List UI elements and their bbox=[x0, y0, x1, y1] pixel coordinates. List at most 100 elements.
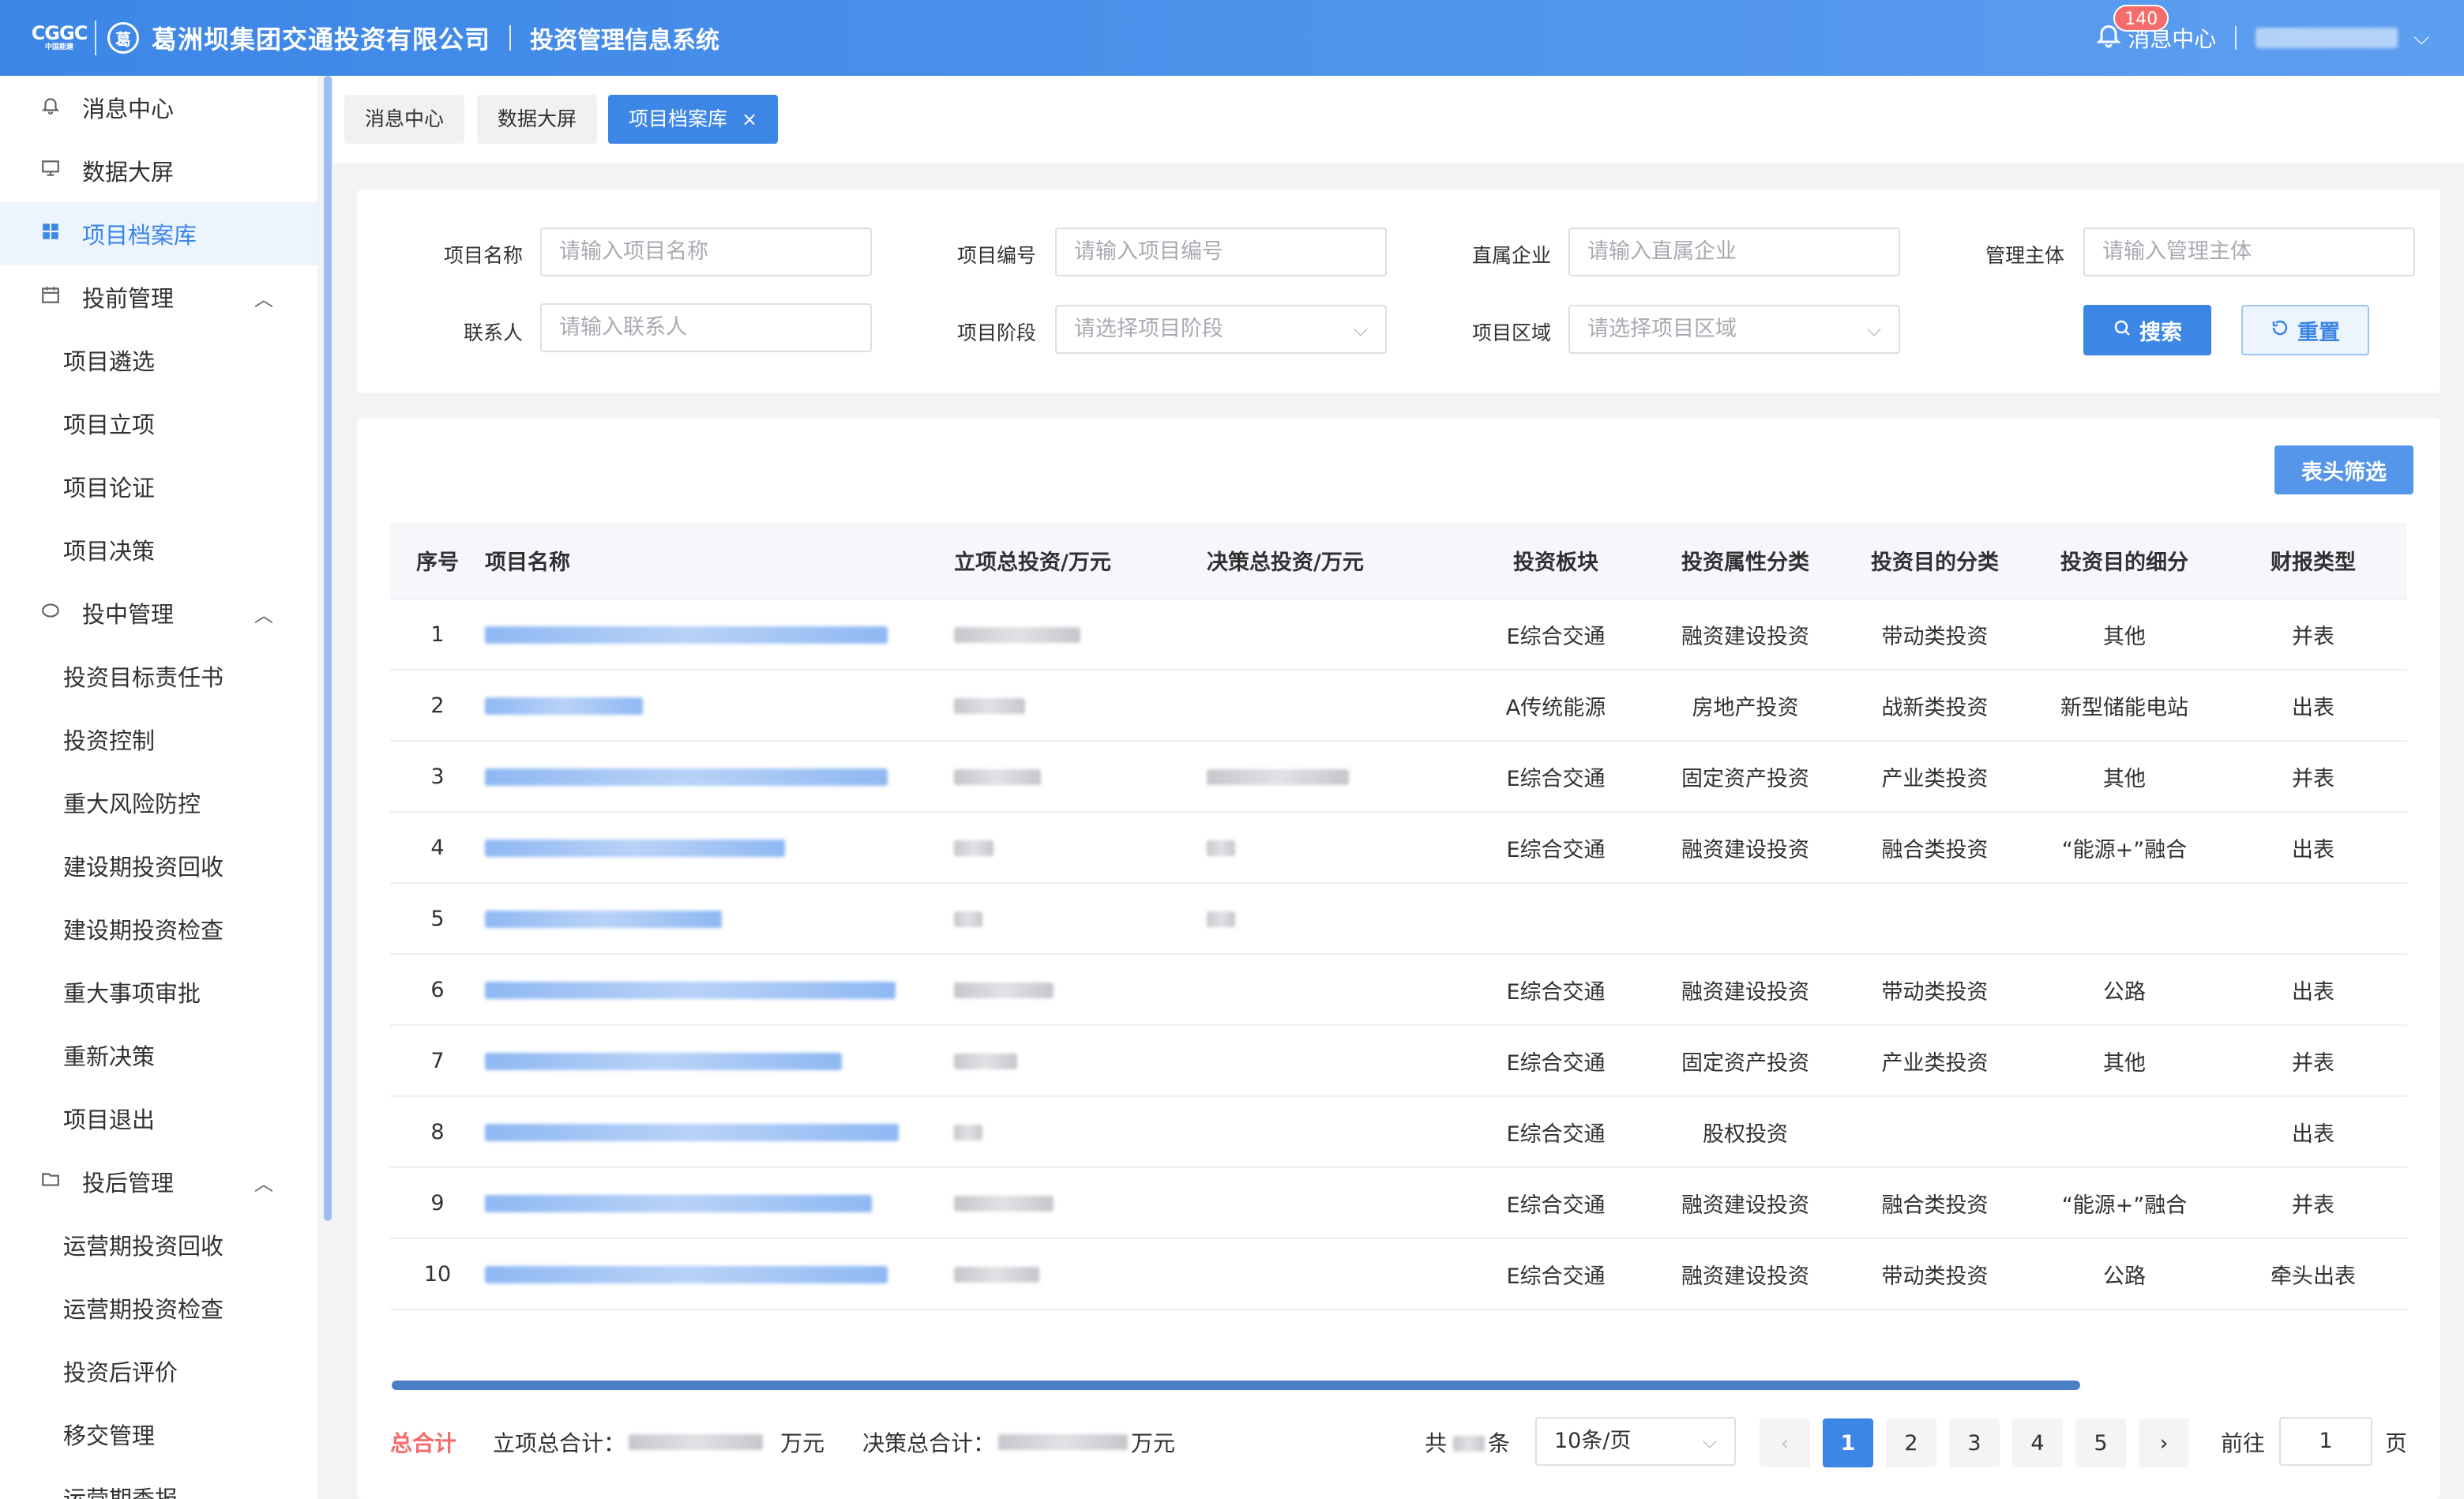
sidebar-item-quarterly-report[interactable]: 运营期季报 bbox=[0, 1466, 317, 1499]
sidebar-item-investment-control[interactable]: 投资控制 bbox=[0, 708, 317, 771]
sidebar-item-major-approval[interactable]: 重大事项审批 bbox=[0, 960, 317, 1024]
sidebar-scrollbar[interactable] bbox=[324, 76, 332, 1221]
sidebar-item-project-demonstration[interactable]: 项目论证 bbox=[0, 455, 317, 518]
sidebar-item-operation-inspection[interactable]: 运营期投资检查 bbox=[0, 1276, 317, 1339]
direct-enterprise-label: 直属企业 bbox=[1471, 244, 1551, 267]
decision-amount-blurred bbox=[1207, 911, 1235, 927]
approval-amount-blurred bbox=[954, 982, 1054, 998]
page-1-button[interactable]: 1 bbox=[1823, 1418, 1873, 1467]
approval-amount-blurred bbox=[954, 698, 1025, 714]
project-stage-select[interactable]: 请选择项目阶段 ⌵ bbox=[1055, 305, 1387, 354]
page-5-button[interactable]: 5 bbox=[2075, 1418, 2126, 1467]
project-region-select[interactable]: 请选择项目区域 ⌵ bbox=[1568, 305, 1900, 354]
calendar-icon bbox=[38, 284, 63, 310]
sidebar-group-mid-investment[interactable]: 投中管理 ︿ bbox=[0, 581, 317, 644]
management-entity-input[interactable]: 请输入管理主体 bbox=[2083, 227, 2415, 276]
close-icon[interactable]: × bbox=[742, 108, 757, 130]
direct-enterprise-input[interactable]: 请输入直属企业 bbox=[1568, 227, 1900, 276]
project-name-blurred[interactable] bbox=[485, 697, 643, 715]
col-header-sector: 投资板块 bbox=[1461, 523, 1651, 599]
col-header-no: 序号 bbox=[390, 523, 485, 599]
header-filter-button[interactable]: 表头筛选 bbox=[2274, 445, 2413, 494]
sidebar-item-project-selection[interactable]: 项目遴选 bbox=[0, 329, 317, 392]
tab-data-screen[interactable]: 数据大屏 bbox=[477, 95, 598, 144]
tab-project-archive[interactable]: 项目档案库 × bbox=[608, 95, 779, 144]
col-header-project-name: 项目名称 bbox=[485, 523, 954, 599]
col-header-purpose: 投资目的分类 bbox=[1840, 523, 2030, 599]
col-header-decision-investment: 决策总投资/万元 bbox=[1207, 523, 1461, 599]
project-name-blurred[interactable] bbox=[485, 768, 888, 786]
table-row[interactable]: 10 E综合交通 融资建设投资 带动类投资 公路 牵头出表 bbox=[390, 1238, 2407, 1310]
table-row[interactable]: 9 E综合交通 融资建设投资 融合类投资 “能源+”融合 并表 bbox=[390, 1167, 2407, 1239]
sidebar-item-project-exit[interactable]: 项目退出 bbox=[0, 1087, 317, 1150]
table-row[interactable]: 6 E综合交通 融资建设投资 带动类投资 公路 出表 bbox=[390, 954, 2407, 1026]
project-name-blurred[interactable] bbox=[485, 1124, 899, 1141]
sidebar-item-message-center[interactable]: 消息中心 bbox=[0, 76, 317, 139]
notification-badge: 140 bbox=[2113, 4, 2169, 32]
page-size-select[interactable]: 10条/页 ⌵ bbox=[1535, 1417, 1736, 1466]
top-header: CGGC 中国能建 葛 葛洲坝集团交通投资有限公司 投资管理信息系统 140 消… bbox=[0, 0, 2464, 76]
company-name: 葛洲坝集团交通投资有限公司 bbox=[152, 24, 491, 54]
page-2-button[interactable]: 2 bbox=[1886, 1418, 1936, 1467]
search-button[interactable]: 搜索 bbox=[2083, 305, 2211, 355]
table-row[interactable]: 7 E综合交通 固定资产投资 产业类投资 其他 并表 bbox=[390, 1025, 2407, 1097]
sidebar-item-project-approval[interactable]: 项目立项 bbox=[0, 392, 317, 455]
sidebar-item-re-decision[interactable]: 重新决策 bbox=[0, 1024, 317, 1087]
table-row[interactable]: 5 bbox=[390, 883, 2407, 955]
project-name-blurred[interactable] bbox=[485, 840, 785, 857]
table-row[interactable]: 4 E综合交通 融资建设投资 融合类投资 “能源+”融合 出表 bbox=[390, 812, 2407, 884]
sidebar-item-construction-recovery[interactable]: 建设期投资回收 bbox=[0, 834, 317, 897]
project-name-input[interactable]: 请输入项目名称 bbox=[540, 227, 872, 276]
project-no-input[interactable]: 请输入项目编号 bbox=[1055, 227, 1387, 276]
sidebar-item-project-decision[interactable]: 项目决策 bbox=[0, 518, 317, 581]
message-center-link[interactable]: 140 消息中心 bbox=[2094, 4, 2216, 56]
sidebar-item-post-evaluation[interactable]: 投资后评价 bbox=[0, 1339, 317, 1403]
user-name-blurred[interactable] bbox=[2256, 28, 2398, 48]
contact-input[interactable]: 请输入联系人 bbox=[540, 303, 872, 352]
page-3-button[interactable]: 3 bbox=[1949, 1418, 2000, 1467]
project-name-blurred[interactable] bbox=[485, 1195, 872, 1212]
project-name-blurred[interactable] bbox=[485, 1266, 888, 1283]
project-name-blurred[interactable] bbox=[485, 911, 722, 928]
table-row[interactable]: 8 E综合交通 股权投资 出表 bbox=[390, 1096, 2407, 1168]
approval-amount-blurred bbox=[954, 1267, 1039, 1283]
sidebar-item-handover[interactable]: 移交管理 bbox=[0, 1403, 317, 1466]
total-label: 总合计 bbox=[390, 1430, 457, 1456]
sidebar-item-construction-inspection[interactable]: 建设期投资检查 bbox=[0, 897, 317, 960]
approval-amount-blurred bbox=[954, 1125, 982, 1140]
col-header-approval-investment: 立项总投资/万元 bbox=[954, 523, 1207, 599]
sidebar-item-operation-recovery[interactable]: 运营期投资回收 bbox=[0, 1213, 317, 1276]
project-name-blurred[interactable] bbox=[485, 1053, 842, 1070]
table-row[interactable]: 1 E综合交通 融资建设投资 带动类投资 其他 并表 bbox=[390, 599, 2407, 671]
presentation-icon bbox=[38, 158, 63, 184]
goto-page-input[interactable]: 1 bbox=[2279, 1417, 2372, 1466]
reset-button[interactable]: 重置 bbox=[2241, 305, 2369, 355]
sidebar-item-target-responsibility[interactable]: 投资目标责任书 bbox=[0, 644, 317, 708]
project-name-label: 项目名称 bbox=[443, 244, 523, 267]
approval-total-label: 立项总合计： bbox=[493, 1430, 626, 1456]
goto-label: 前往 bbox=[2221, 1430, 2266, 1456]
chevron-down-icon: ⌵ bbox=[1353, 318, 1368, 340]
sidebar-item-risk-control[interactable]: 重大风险防控 bbox=[0, 771, 317, 834]
table-row[interactable]: 2 A传统能源 房地产投资 战新类投资 新型储能电站 出表 bbox=[390, 670, 2407, 742]
sidebar-group-pre-investment[interactable]: 投前管理 ︿ bbox=[0, 265, 317, 329]
chevron-down-icon[interactable]: ⌵ bbox=[2413, 26, 2429, 51]
chevron-up-icon: ︿ bbox=[254, 287, 273, 310]
sidebar-item-data-screen[interactable]: 数据大屏 bbox=[0, 139, 317, 202]
tab-message-center[interactable]: 消息中心 bbox=[344, 95, 465, 144]
tabs-bar: 消息中心 数据大屏 项目档案库 × bbox=[333, 76, 2464, 163]
horizontal-scrollbar-thumb[interactable] bbox=[392, 1381, 2080, 1390]
approval-total-unit: 万元 bbox=[780, 1430, 825, 1456]
page-4-button[interactable]: 4 bbox=[2012, 1418, 2063, 1467]
table-row[interactable]: 3 E综合交通 固定资产投资 产业类投资 其他 并表 bbox=[390, 741, 2407, 813]
system-name: 投资管理信息系统 bbox=[530, 27, 720, 54]
sidebar-group-post-investment[interactable]: 投后管理 ︿ bbox=[0, 1150, 317, 1213]
total-count-blurred bbox=[1453, 1436, 1485, 1452]
management-entity-label: 管理主体 bbox=[1985, 244, 2064, 267]
project-name-blurred[interactable] bbox=[485, 982, 896, 999]
sidebar-item-project-archive[interactable]: 项目档案库 bbox=[0, 202, 317, 265]
project-name-blurred[interactable] bbox=[485, 626, 888, 644]
grid-icon bbox=[38, 221, 63, 247]
prev-page-button[interactable]: ‹ bbox=[1760, 1418, 1810, 1467]
next-page-button[interactable]: › bbox=[2139, 1418, 2189, 1467]
